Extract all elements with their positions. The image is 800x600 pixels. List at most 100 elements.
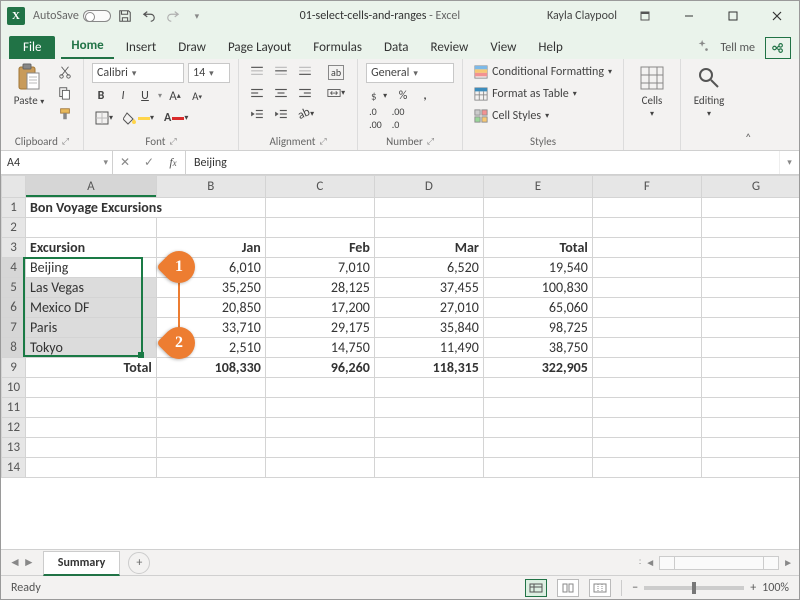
- cell-G10[interactable]: [701, 378, 799, 398]
- cell-D14[interactable]: [374, 458, 483, 478]
- cell-G14[interactable]: [701, 458, 799, 478]
- format-as-table-button[interactable]: Format as Table ▾: [471, 85, 580, 103]
- editing-button[interactable]: Editing▾: [689, 63, 729, 119]
- undo-button[interactable]: [139, 6, 159, 26]
- tab-page-layout[interactable]: Page Layout: [218, 36, 301, 59]
- cell-G4[interactable]: [701, 258, 799, 278]
- cell-F11[interactable]: [592, 398, 701, 418]
- cell-D1[interactable]: [374, 198, 483, 218]
- cell-F1[interactable]: [592, 198, 701, 218]
- tab-insert[interactable]: Insert: [116, 36, 167, 59]
- cell-E9[interactable]: 322,905: [483, 358, 592, 378]
- normal-view-button[interactable]: [525, 579, 547, 597]
- cell-E12[interactable]: [483, 418, 592, 438]
- col-header-G[interactable]: G: [701, 176, 799, 198]
- cell-G12[interactable]: [701, 418, 799, 438]
- tab-view[interactable]: View: [480, 36, 526, 59]
- sheet-tab-summary[interactable]: Summary: [43, 551, 121, 576]
- share-button[interactable]: [765, 37, 791, 59]
- cell-E6[interactable]: 65,060: [483, 298, 592, 318]
- hscroll-left[interactable]: ◄: [645, 556, 655, 569]
- cell-D7[interactable]: 35,840: [374, 318, 483, 338]
- row-header-11[interactable]: 11: [2, 398, 26, 418]
- cell-A5[interactable]: Las Vegas: [25, 278, 156, 298]
- orientation-button[interactable]: ab▾: [295, 105, 317, 123]
- cell-C3[interactable]: Feb: [265, 238, 374, 258]
- horizontal-scrollbar[interactable]: [659, 556, 779, 570]
- zoom-control[interactable]: − + 100%: [632, 581, 789, 595]
- cell-F7[interactable]: [592, 318, 701, 338]
- cell-F5[interactable]: [592, 278, 701, 298]
- align-bottom-button[interactable]: [295, 63, 315, 81]
- cell-D3[interactable]: Mar: [374, 238, 483, 258]
- row-header-8[interactable]: 8: [2, 338, 26, 358]
- font-name-combo[interactable]: Calibri▾: [92, 63, 184, 83]
- underline-button[interactable]: U: [136, 87, 154, 105]
- row-header-4[interactable]: 4: [2, 258, 26, 278]
- cell-G11[interactable]: [701, 398, 799, 418]
- cell-D10[interactable]: [374, 378, 483, 398]
- cell-G8[interactable]: [701, 338, 799, 358]
- zoom-out-button[interactable]: −: [632, 581, 638, 595]
- cell-G2[interactable]: [701, 218, 799, 238]
- cell-E1[interactable]: [483, 198, 592, 218]
- cell-D13[interactable]: [374, 438, 483, 458]
- cell-D2[interactable]: [374, 218, 483, 238]
- minimize-button[interactable]: [667, 1, 711, 31]
- cell-C10[interactable]: [265, 378, 374, 398]
- select-all-corner[interactable]: [2, 176, 26, 198]
- row-header-3[interactable]: 3: [2, 238, 26, 258]
- name-box[interactable]: A4▾: [1, 151, 113, 174]
- font-color-button[interactable]: A▾: [161, 109, 191, 127]
- close-button[interactable]: [755, 1, 799, 31]
- tab-home[interactable]: Home: [61, 34, 113, 59]
- shrink-font-button[interactable]: A▾: [188, 87, 206, 105]
- cell-D5[interactable]: 37,455: [374, 278, 483, 298]
- wrap-text-button[interactable]: ab: [323, 63, 349, 81]
- hscroll-right[interactable]: ►: [783, 556, 793, 569]
- cell-A13[interactable]: [25, 438, 156, 458]
- col-header-C[interactable]: C: [265, 176, 374, 198]
- increase-decimal-button[interactable]: .0.00: [366, 109, 385, 127]
- cell-A1[interactable]: Bon Voyage Excursions: [25, 198, 265, 218]
- cell-F3[interactable]: [592, 238, 701, 258]
- cell-G9[interactable]: [701, 358, 799, 378]
- cell-E10[interactable]: [483, 378, 592, 398]
- tell-me[interactable]: Tell me: [720, 41, 755, 55]
- cell-F2[interactable]: [592, 218, 701, 238]
- cell-B12[interactable]: [156, 418, 265, 438]
- bold-button[interactable]: B: [92, 87, 110, 105]
- decrease-indent-button[interactable]: [247, 105, 267, 123]
- cell-C12[interactable]: [265, 418, 374, 438]
- cell-E13[interactable]: [483, 438, 592, 458]
- row-header-5[interactable]: 5: [2, 278, 26, 298]
- redo-button[interactable]: [163, 6, 183, 26]
- cell-C4[interactable]: 7,010: [265, 258, 374, 278]
- cell-A12[interactable]: [25, 418, 156, 438]
- row-header-1[interactable]: 1: [2, 198, 26, 218]
- zoom-level[interactable]: 100%: [762, 581, 789, 595]
- cell-F8[interactable]: [592, 338, 701, 358]
- insert-function-button[interactable]: fx: [161, 155, 185, 170]
- new-sheet-button[interactable]: +: [128, 552, 150, 574]
- decrease-decimal-button[interactable]: .00.0: [389, 109, 408, 127]
- conditional-formatting-button[interactable]: Conditional Formatting ▾: [471, 63, 615, 81]
- font-size-combo[interactable]: 14▾: [188, 63, 230, 83]
- sheet-nav-next[interactable]: ►: [23, 555, 35, 570]
- col-header-E[interactable]: E: [483, 176, 592, 198]
- cell-B2[interactable]: [156, 218, 265, 238]
- cell-D12[interactable]: [374, 418, 483, 438]
- cell-D6[interactable]: 27,010: [374, 298, 483, 318]
- autosave-toggle[interactable]: AutoSave: [33, 9, 111, 23]
- italic-button[interactable]: I: [114, 87, 132, 105]
- comma-button[interactable]: ,: [416, 87, 434, 105]
- page-break-view-button[interactable]: [589, 579, 611, 597]
- expand-formula-bar-button[interactable]: ▾: [779, 151, 799, 174]
- row-header-14[interactable]: 14: [2, 458, 26, 478]
- cell-B10[interactable]: [156, 378, 265, 398]
- cell-B14[interactable]: [156, 458, 265, 478]
- cell-C6[interactable]: 17,200: [265, 298, 374, 318]
- cells-button[interactable]: Cells▾: [632, 63, 672, 119]
- cell-B6[interactable]: 20,850: [156, 298, 265, 318]
- cell-A10[interactable]: [25, 378, 156, 398]
